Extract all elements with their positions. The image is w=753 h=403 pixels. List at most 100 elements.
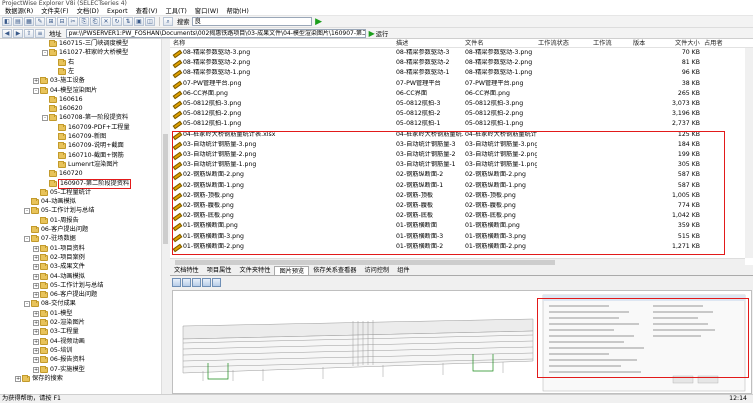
file-row[interactable]: 03-自动统计钢筋量-3.png 03-自动统计钢筋量-3 03-自动统计钢筋量-3…: [170, 141, 730, 150]
file-row[interactable]: 02-钢筋-腹板.png 02-钢筋-腹板 02-钢筋-腹板.png 774 KB: [170, 202, 730, 211]
tab-4[interactable]: 依存关系查看器: [309, 266, 360, 275]
tree-item[interactable]: - 04-模型渲染图片: [33, 87, 97, 95]
file-row[interactable]: 08-精梁参数驱动-3.png 08-精梁参数驱动-3 08-精梁参数驱动-3.pn…: [170, 49, 730, 58]
tree-scroll-thumb[interactable]: [163, 134, 168, 244]
tab-6[interactable]: 组件: [393, 266, 413, 275]
tree-item[interactable]: + 保存的搜索: [15, 375, 63, 383]
column-header[interactable]: 工作流: [593, 39, 612, 48]
tree-item[interactable]: 右: [51, 59, 74, 67]
tree-item[interactable]: +06-客户提出问题: [33, 291, 97, 299]
menu-item-0[interactable]: 数据源(R): [1, 7, 37, 16]
file-row[interactable]: 05-0812航拍-1.png 05-0812航拍-1 05-0812航拍-1.pn…: [170, 120, 730, 129]
toolbar-button-11[interactable]: ↻: [112, 17, 122, 26]
menu-item-4[interactable]: 查看(V): [132, 7, 162, 16]
tab-5[interactable]: 访问控制: [361, 266, 394, 275]
expand-icon[interactable]: +: [33, 264, 39, 271]
expand-icon[interactable]: +: [33, 254, 39, 261]
column-header[interactable]: 占用者: [704, 39, 723, 48]
file-row[interactable]: 07-PW管理平台.png 07-PW管理平台 07-PW管理平台.png 38 KB: [170, 80, 730, 89]
tree-scrollbar[interactable]: [161, 39, 168, 394]
binoculars-icon[interactable]: ⌕: [163, 17, 173, 26]
column-header[interactable]: 版本: [633, 39, 645, 48]
expand-icon[interactable]: +: [33, 282, 39, 289]
expand-icon[interactable]: +: [33, 245, 39, 252]
expand-icon[interactable]: +: [33, 357, 39, 364]
expand-icon[interactable]: +: [33, 329, 39, 336]
tab-3[interactable]: 图片预览: [274, 266, 310, 275]
tree-item[interactable]: +03-施工设备: [33, 77, 85, 85]
toolbar-button-8[interactable]: ⎘: [79, 17, 89, 26]
tab-0[interactable]: 文档特性: [170, 266, 203, 275]
tree-item[interactable]: +05-培训: [33, 347, 72, 355]
toolbar-button-3[interactable]: ▦: [24, 17, 34, 26]
hscroll-thumb[interactable]: [175, 260, 555, 265]
collapse-icon[interactable]: -: [42, 115, 48, 122]
expand-icon[interactable]: +: [15, 375, 21, 382]
tree-item[interactable]: 160907-第二阶段提资料: [42, 178, 132, 189]
file-row[interactable]: 05-0812航拍-2.png 05-0812航拍-2 05-0812航拍-2.pn…: [170, 110, 730, 119]
up-folder-icon[interactable]: ⇧: [24, 28, 34, 38]
tree-item[interactable]: 160720: [42, 170, 83, 178]
toolbar-button-2[interactable]: ▤: [13, 17, 23, 26]
column-header[interactable]: 描述: [396, 39, 408, 48]
tree-item[interactable]: 160709-说明+截面: [51, 142, 124, 150]
search-go-icon[interactable]: ▶: [314, 17, 324, 27]
tree-item[interactable]: 06-客户提出问题: [24, 226, 88, 234]
tree-item[interactable]: 160709-新图: [51, 133, 106, 141]
tree-item[interactable]: Lumenrt渲染图片: [51, 161, 119, 169]
menu-item-6[interactable]: 窗口(W): [191, 7, 223, 16]
menu-item-7[interactable]: 帮助(H): [223, 7, 253, 16]
file-row[interactable]: 03-自动统计钢筋量-2.png 03-自动统计钢筋量-2 03-自动统计钢筋量-2…: [170, 151, 730, 160]
toolbar-button-5[interactable]: ⊞: [46, 17, 56, 26]
menu-item-5[interactable]: 工具(T): [161, 7, 190, 16]
file-list-scrollbar[interactable]: [745, 48, 753, 258]
file-row[interactable]: 01-钢筋横断面-2.png 01-钢筋横断面-2 01-钢筋横断面-2.png 1,…: [170, 243, 730, 252]
column-header[interactable]: 文件名: [465, 39, 484, 48]
tree-item[interactable]: +01-模型: [33, 310, 72, 318]
column-header[interactable]: 名称: [173, 39, 185, 48]
collapse-icon[interactable]: -: [33, 87, 39, 94]
expand-icon[interactable]: +: [33, 338, 39, 345]
tree-item[interactable]: +07-实施模型: [33, 366, 85, 374]
tree-item[interactable]: +06-报告资料: [33, 356, 85, 364]
toolbar-button-4[interactable]: ✎: [35, 17, 45, 26]
address-input[interactable]: pw:\\PWSERVER1:PW_FOSHAN\Documents\002揭惠…: [65, 28, 366, 38]
menu-item-3[interactable]: Export: [103, 7, 132, 16]
tree-item[interactable]: - 160708-第一阶段提资料: [42, 114, 128, 122]
toolbar-button-1[interactable]: ◧: [2, 17, 12, 26]
column-header[interactable]: 文件大小: [675, 39, 700, 48]
column-header[interactable]: 工作流状态: [538, 39, 569, 48]
back-arrow-icon[interactable]: ◀: [2, 28, 12, 38]
file-row[interactable]: 02-钢筋纵断面-1.png 02-钢筋纵断面-1 02-钢筋纵断面-1.png 58…: [170, 182, 730, 191]
tree-item[interactable]: 160710-截面+钢筋: [51, 152, 124, 160]
toolbar-button-12[interactable]: ⇅: [123, 17, 133, 26]
zoom-in-icon[interactable]: [182, 278, 191, 287]
tab-1[interactable]: 项目属性: [203, 266, 236, 275]
file-list-hscrollbar[interactable]: [170, 258, 745, 265]
tree-item[interactable]: +02-项目案例: [33, 254, 85, 262]
collapse-icon[interactable]: -: [24, 208, 30, 215]
file-row[interactable]: 02-钢筋-底板.png 02-钢筋-底板 02-钢筋-底板.png 1,042 KB: [170, 212, 730, 221]
forward-arrow-icon[interactable]: ▶: [13, 28, 23, 38]
toolbar-button-14[interactable]: ◫: [145, 17, 155, 26]
tree-item[interactable]: +02-渲染图片: [33, 319, 85, 327]
toolbar-button-13[interactable]: ▣: [134, 17, 144, 26]
file-row[interactable]: 08-精梁参数驱动-1.png 08-精梁参数驱动-1 08-精梁参数驱动-1.pn…: [170, 69, 730, 78]
tree-item[interactable]: +03-成果文件: [33, 263, 85, 271]
tree-item[interactable]: 04-动画模拟: [24, 198, 76, 206]
file-row[interactable]: 03-自动统计钢筋量-1.png 03-自动统计钢筋量-1 03-自动统计钢筋量-1…: [170, 161, 730, 170]
tree-item[interactable]: 05-工程量统计: [33, 189, 91, 197]
file-row[interactable]: 08-精梁参数驱动-2.png 08-精梁参数驱动-2 08-精梁参数驱动-2.pn…: [170, 59, 730, 68]
tree-item[interactable]: 160620: [42, 105, 83, 113]
file-row[interactable]: 02-钢筋纵断面-2.png 02-钢筋纵断面-2 02-钢筋纵断面-2.png 58…: [170, 171, 730, 180]
tree-item[interactable]: - 07-驻场数据: [24, 235, 76, 243]
expand-icon[interactable]: +: [33, 366, 39, 373]
collapse-icon[interactable]: -: [24, 301, 30, 308]
expand-icon[interactable]: +: [33, 78, 39, 85]
search-icon[interactable]: [212, 278, 221, 287]
tree-item[interactable]: +04-动画模拟: [33, 273, 85, 281]
tree-item[interactable]: - 08-交付成果: [24, 300, 76, 308]
tab-2[interactable]: 文件夹特性: [236, 266, 275, 275]
expand-icon[interactable]: +: [33, 347, 39, 354]
file-row[interactable]: 01-钢筋横断面-3.png 01-钢筋横断面-3 01-钢筋横断面-3.png 51…: [170, 233, 730, 242]
